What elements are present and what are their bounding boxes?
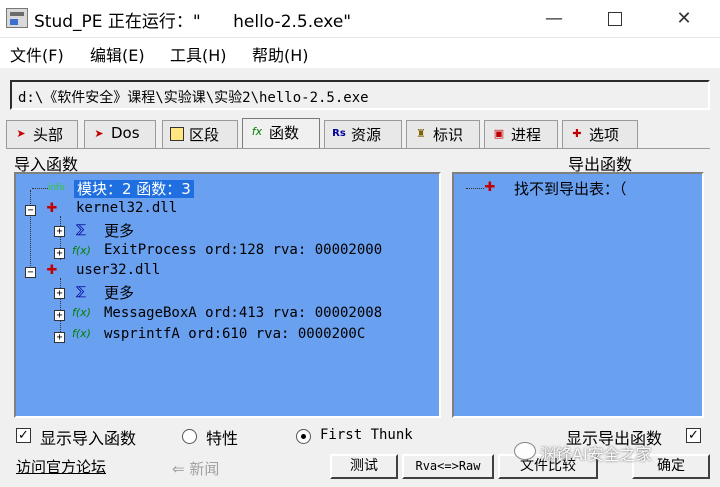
- more-icon: ⅀: [76, 222, 87, 236]
- expand-icon[interactable]: +: [54, 332, 65, 343]
- tab-options[interactable]: ✚ 选项: [562, 120, 638, 148]
- wechat-icon: [514, 442, 536, 460]
- tree-line: [30, 190, 31, 272]
- more-icon: ⅀: [76, 284, 87, 298]
- function-icon: f(x): [72, 327, 91, 340]
- first-thunk-radio[interactable]: [296, 429, 311, 444]
- summary-text: 模块：2 函数：3: [74, 180, 194, 198]
- tab-label: 标识: [433, 126, 464, 144]
- expand-icon[interactable]: +: [54, 248, 65, 259]
- tab-label: 区段: [189, 126, 220, 144]
- fx-icon: fx: [251, 125, 263, 138]
- tree-line: [32, 188, 48, 189]
- exports-message-text: 找不到导出表：（: [514, 180, 627, 198]
- forum-link[interactable]: 访问官方论坛: [16, 456, 106, 477]
- show-imports-label: 显示导入函数: [40, 429, 137, 448]
- expand-icon[interactable]: +: [54, 310, 65, 321]
- panel-splitter[interactable]: [443, 172, 450, 418]
- tree-line: [60, 278, 61, 338]
- title-bar: Stud_PE 正在运行：" hello-2.5.exe" — ✕: [0, 0, 720, 38]
- tab-resources[interactable]: Rs 资源: [324, 120, 402, 148]
- tree-more[interactable]: 更多: [104, 282, 134, 303]
- function-icon: f(x): [72, 306, 91, 319]
- tab-label: 进程: [511, 126, 542, 144]
- characteristics-label: 特性: [206, 429, 239, 448]
- app-icon: [6, 8, 28, 28]
- menu-bar: 文件(F) 编辑(E) 工具(H) 帮助(H): [0, 38, 720, 68]
- characteristics-radio[interactable]: [182, 429, 197, 444]
- file-path-field[interactable]: d:\《软件安全》课程\实验课\实验2\hello-2.5.exe: [10, 80, 710, 110]
- news-link: ⇐ 新闻: [172, 460, 220, 478]
- minimize-button[interactable]: —: [531, 0, 577, 38]
- info-tag: info: [48, 183, 65, 193]
- exports-tree[interactable]: ✚ 找不到导出表：（: [452, 172, 704, 418]
- more-label: 更多: [104, 222, 135, 240]
- tree-more[interactable]: 更多: [104, 220, 134, 241]
- tree-function[interactable]: MessageBoxA ord:413 rva: 00002008: [104, 305, 382, 321]
- tree-module-kernel32[interactable]: kernel32.dll: [76, 200, 177, 216]
- rs-icon: Rs: [332, 128, 346, 139]
- options-icon: ✚: [572, 127, 582, 140]
- close-button[interactable]: ✕: [661, 0, 707, 38]
- tab-functions[interactable]: fx 函数: [242, 118, 320, 149]
- function-icon: f(x): [72, 244, 91, 257]
- test-button[interactable]: 测试: [330, 454, 398, 479]
- expand-icon[interactable]: +: [54, 226, 65, 237]
- tree-function[interactable]: wsprintfA ord:610 rva: 0000200C: [104, 326, 365, 342]
- menu-help[interactable]: 帮助(H): [252, 42, 309, 66]
- arrow-icon: ➤: [94, 127, 104, 140]
- watermark: 渊锋AI安全之家: [540, 445, 652, 464]
- tab-signatures[interactable]: ♜ 标识: [406, 120, 480, 148]
- process-icon: ▣: [493, 127, 505, 140]
- tab-label: 选项: [589, 126, 620, 144]
- tree-summary[interactable]: 模块：2 函数：3: [74, 178, 194, 199]
- section-icon: [170, 127, 184, 141]
- menu-tools[interactable]: 工具(H): [170, 42, 227, 66]
- module-icon: ✚: [46, 201, 58, 216]
- exports-message: 找不到导出表：（: [514, 178, 627, 199]
- show-imports-checkbox[interactable]: ✓: [16, 428, 31, 443]
- module-icon: ✚: [484, 180, 496, 195]
- imports-tree[interactable]: info 模块：2 函数：3 − ✚ kernel32.dll + ⅀ 更多 +…: [14, 172, 441, 418]
- tab-sections[interactable]: 区段: [162, 120, 238, 148]
- window-title: Stud_PE 正在运行：" hello-2.5.exe": [34, 12, 352, 32]
- tree-module-user32[interactable]: user32.dll: [76, 262, 160, 278]
- tab-label: 头部: [33, 126, 64, 144]
- show-exports-checkbox[interactable]: ✓: [686, 428, 701, 443]
- tab-divider: [6, 148, 710, 149]
- tree-function[interactable]: ExitProcess ord:128 rva: 00002000: [104, 242, 382, 258]
- tree-line: [466, 188, 484, 189]
- tab-label: 资源: [351, 126, 382, 144]
- arrow-icon: ➤: [16, 127, 26, 140]
- tab-label: 函数: [269, 124, 300, 142]
- first-thunk-label: First Thunk: [320, 427, 413, 443]
- menu-edit[interactable]: 编辑(E): [90, 42, 145, 66]
- expand-icon[interactable]: +: [54, 288, 65, 299]
- more-label: 更多: [104, 284, 135, 302]
- tab-process[interactable]: ▣ 进程: [484, 120, 558, 148]
- rva-raw-button[interactable]: Rva<=>Raw: [402, 454, 494, 479]
- tab-dos[interactable]: ➤ Dos: [84, 120, 156, 148]
- tab-header[interactable]: ➤ 头部: [6, 120, 78, 148]
- tab-label: Dos: [111, 124, 140, 142]
- menu-file[interactable]: 文件(F): [10, 42, 64, 66]
- id-icon: ♜: [416, 127, 426, 140]
- maximize-button[interactable]: [608, 12, 622, 26]
- module-icon: ✚: [46, 263, 58, 278]
- collapse-icon[interactable]: −: [25, 205, 36, 216]
- collapse-icon[interactable]: −: [25, 267, 36, 278]
